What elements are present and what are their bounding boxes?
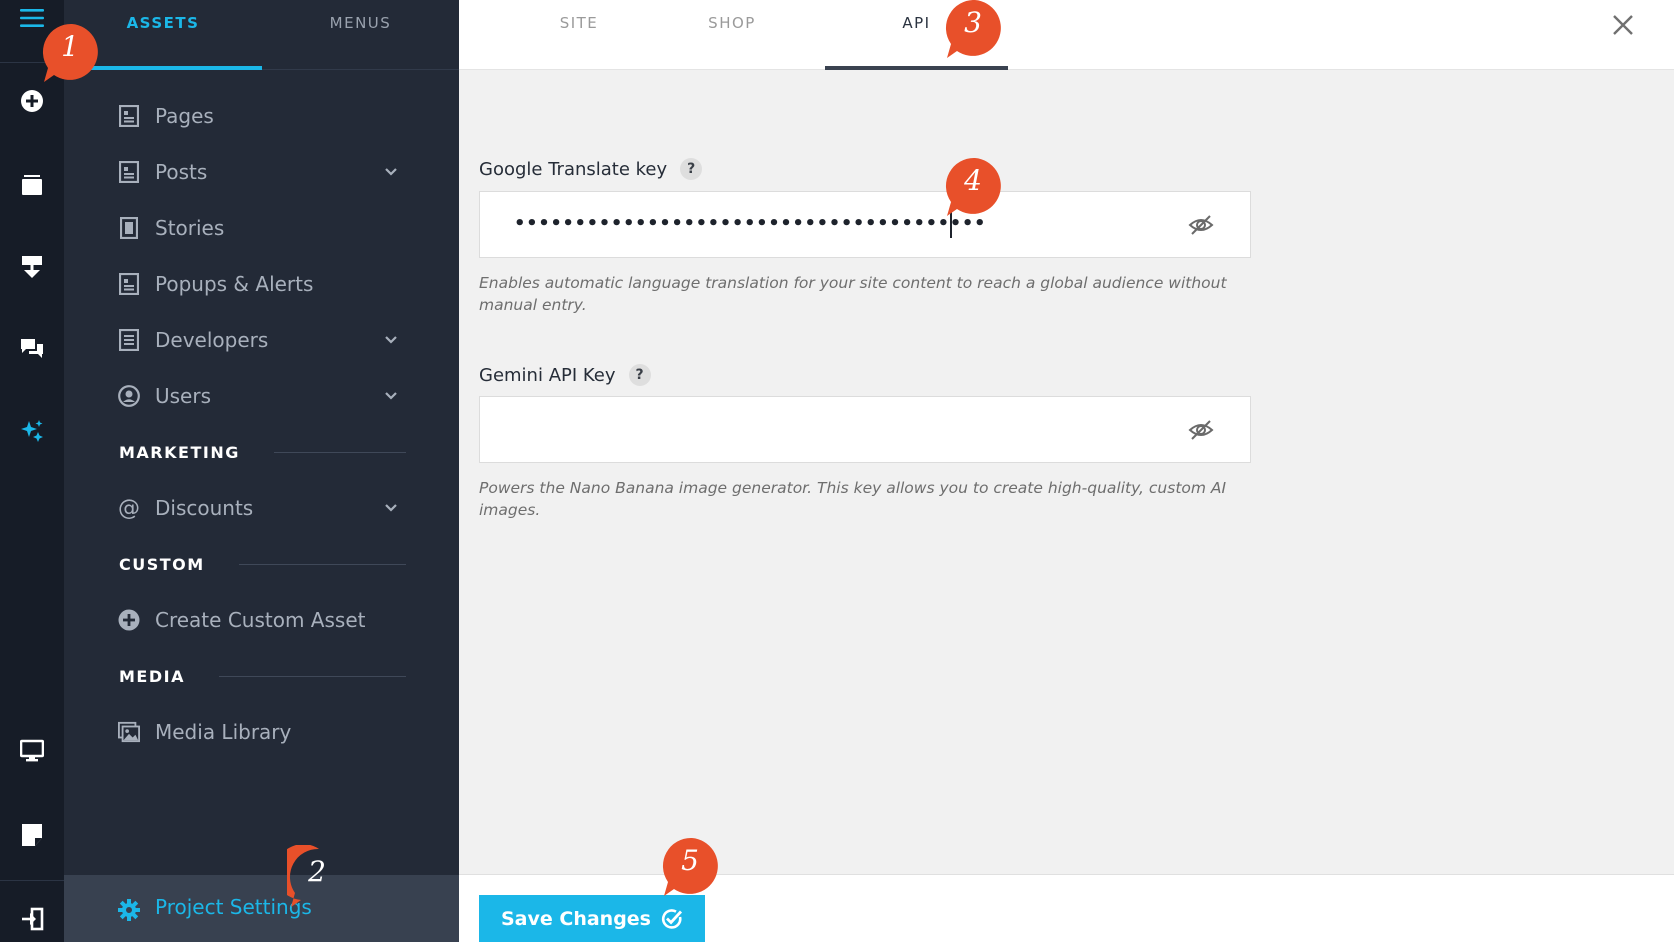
section-label: MARKETING [119,442,240,462]
settings-tabs-bar: SITE SHOP API [459,0,1674,70]
callout-number: 3 [964,6,982,39]
close-icon[interactable] [1610,12,1636,38]
callout-number: 5 [681,844,699,877]
at-icon: @ [118,495,140,521]
chevron-down-icon[interactable] [384,164,398,183]
images-icon [118,721,140,743]
sidebar-item-users[interactable]: Users [64,374,459,418]
section-divider [273,451,406,453]
footer-bar: Save Changes [459,874,1674,942]
chevron-down-icon[interactable] [384,388,398,407]
masked-key-value: ••••••••••••••••••••••••••••••••••••••• [514,213,987,234]
gemini-api-key-input[interactable] [479,396,1251,463]
assets-sidebar: ASSETS MENUS Pages Posts Stories Popups … [64,0,459,942]
google-translate-key-input[interactable]: ••••••••••••••••••••••••••••••••••••••• [479,191,1251,258]
section-media: MEDIA [119,665,406,687]
sidebar-item-popups-alerts[interactable]: Popups & Alerts [64,262,459,306]
ai-sparkles-icon[interactable] [0,418,64,444]
section-marketing: MARKETING [119,441,406,463]
sidebar-item-label: Popups & Alerts [155,272,314,296]
save-changes-button[interactable]: Save Changes [479,895,705,942]
eye-slash-icon[interactable] [1188,417,1214,447]
section-label: CUSTOM [119,554,205,574]
rail-divider [0,880,64,881]
chevron-down-icon[interactable] [384,332,398,351]
google-translate-help-text: Enables automatic language translation f… [479,274,1227,314]
check-circle-icon [661,909,683,929]
sidebar-item-posts[interactable]: Posts [64,150,459,194]
eye-slash-icon[interactable] [1188,212,1214,242]
sidebar-item-label: Stories [155,216,225,240]
callout-marker-1: 1 [40,20,104,84]
sidebar-item-label: Discounts [155,496,254,520]
sidebar-tabs: ASSETS MENUS [64,0,459,70]
sidebar-item-label: Posts [155,160,208,184]
sidebar-item-create-custom-asset[interactable]: Create Custom Asset [64,598,459,642]
sidebar-item-developers[interactable]: Developers [64,318,459,362]
project-settings-button[interactable]: Project Settings [64,875,459,942]
callout-marker-2: 2 [275,844,351,909]
add-circle-icon[interactable] [0,88,64,114]
section-divider [238,563,406,565]
field-label-text: Google Translate key [479,158,668,180]
sidebar-item-label: Create Custom Asset [155,608,366,632]
sidebar-item-label: Pages [155,104,214,128]
user-circle-icon [118,385,140,407]
page-icon [118,273,140,295]
help-icon[interactable]: ? [628,364,651,386]
sidebar-item-stories[interactable]: Stories [64,206,459,250]
callout-marker-4: 4 [943,154,1007,218]
plus-circle-icon [118,609,140,631]
layout-blocks-icon[interactable] [0,254,64,280]
logout-icon[interactable] [0,906,64,932]
tab-menus[interactable]: MENUS [262,14,459,34]
chevron-down-icon[interactable] [384,500,398,519]
section-custom: CUSTOM [119,553,406,575]
tab-site[interactable]: SITE [499,14,659,34]
help-icon[interactable]: ? [680,158,703,180]
google-translate-key-label: Google Translate key ? [479,158,703,180]
sidebar-item-label: Media Library [155,720,292,744]
sidebar-item-label: Developers [155,328,269,352]
section-label: MEDIA [119,666,185,686]
save-button-label: Save Changes [500,908,651,930]
page-icon [118,161,140,183]
callout-marker-3: 3 [943,0,1007,60]
sidebar-item-media-library[interactable]: Media Library [64,710,459,754]
gear-icon [118,899,140,925]
callout-number: 1 [61,30,79,63]
field-label-text: Gemini API Key [479,364,616,386]
pages-stack-icon[interactable] [0,172,64,198]
page-icon [118,105,140,127]
desktop-preview-icon[interactable] [0,738,64,764]
gemini-help-text: Powers the Nano Banana image generator. … [479,479,1227,519]
callout-marker-5: 5 [660,834,724,898]
section-divider [218,675,406,677]
gemini-api-key-label: Gemini API Key ? [479,364,651,386]
callout-number: 2 [308,855,326,888]
mobile-page-icon [118,217,140,239]
sidebar-item-discounts[interactable]: @ Discounts [64,486,459,530]
sticky-note-icon[interactable] [0,822,64,848]
icon-rail [0,0,64,942]
document-icon [118,329,140,351]
active-tab-underline [825,66,1008,70]
comments-icon[interactable] [0,336,64,362]
sidebar-item-pages[interactable]: Pages [64,94,459,138]
tab-shop[interactable]: SHOP [652,14,812,34]
sidebar-item-label: Users [155,384,212,408]
callout-number: 4 [964,164,982,197]
